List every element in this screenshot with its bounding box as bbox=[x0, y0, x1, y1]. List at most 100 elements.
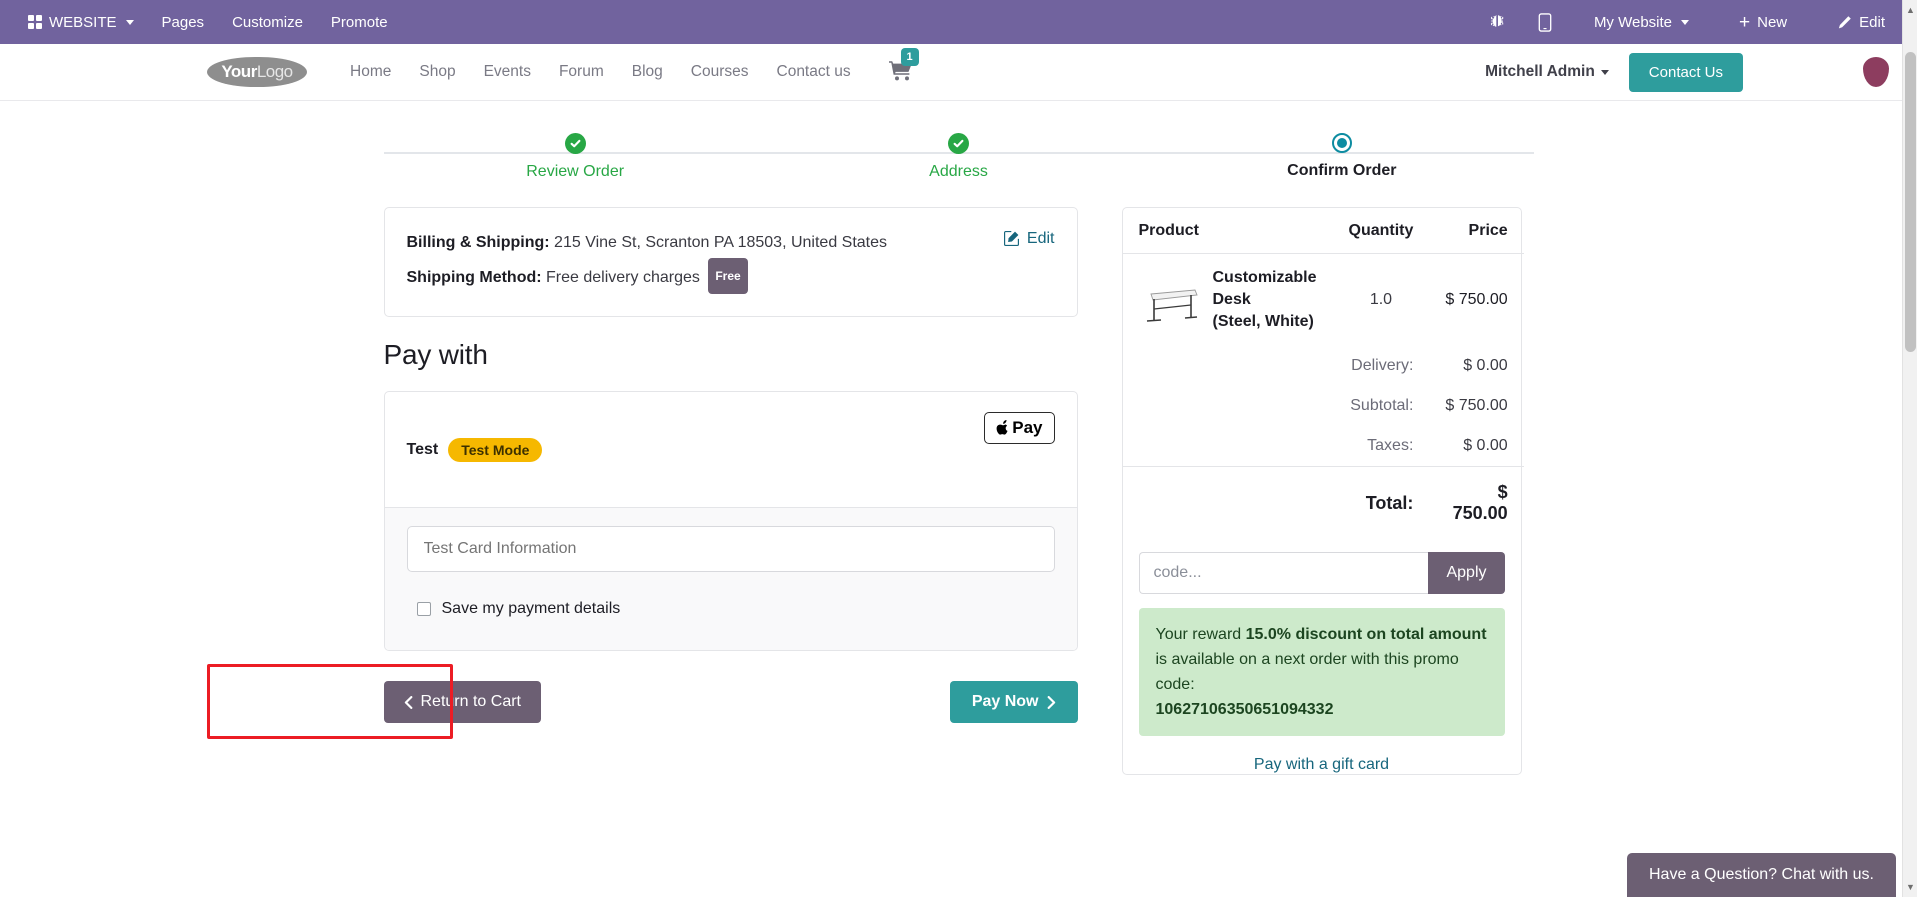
pencil-icon bbox=[1839, 15, 1851, 28]
billing-shipping-value: 215 Vine St, Scranton PA 18503, United S… bbox=[554, 234, 888, 251]
apps-menu-label: WEBSITE bbox=[49, 13, 117, 31]
pay-now-label: Pay Now bbox=[971, 693, 1039, 710]
edit-address-label: Edit bbox=[1026, 230, 1055, 247]
apple-logo-icon bbox=[996, 419, 1008, 435]
site-logo[interactable]: Your Logo bbox=[207, 57, 307, 87]
pay-now-button[interactable]: Pay Now bbox=[949, 681, 1078, 723]
product-thumbnail-desk-icon bbox=[1139, 276, 1201, 324]
promo-code-input[interactable] bbox=[1138, 552, 1429, 594]
order-summary-header: Product Quantity Price bbox=[1122, 208, 1524, 254]
plus-icon: + bbox=[1739, 11, 1751, 33]
step-review-order[interactable]: Review Order bbox=[384, 133, 767, 181]
order-total-row: Total: $ 750.00 bbox=[1122, 466, 1524, 539]
user-menu-label: Mitchell Admin bbox=[1485, 63, 1595, 80]
admin-menu-customize[interactable]: Customize bbox=[218, 8, 317, 37]
livechat-widget-label: Have a Question? Chat with us. bbox=[1648, 866, 1874, 883]
contact-us-button[interactable]: Contact Us bbox=[1628, 52, 1743, 92]
apple-pay-label: Pay bbox=[1012, 418, 1043, 437]
order-summary-body: Customizable Desk (Steel, White) 1.0 $ 7… bbox=[1122, 254, 1524, 539]
total-value: $ 750.00 bbox=[1429, 466, 1524, 539]
return-to-cart-label: Return to Cart bbox=[420, 693, 521, 710]
payment-method-name: Test bbox=[406, 440, 439, 458]
test-mode-badge: Test Mode bbox=[448, 437, 543, 462]
product-name-line2: (Steel, White) bbox=[1212, 313, 1314, 330]
nav-item-courses[interactable]: Courses bbox=[677, 55, 763, 89]
shipping-method-row: Shipping Method: Free delivery charges F… bbox=[407, 258, 1003, 294]
cart-count-badge: 1 bbox=[900, 47, 919, 66]
step-confirm-order[interactable]: Confirm Order bbox=[1150, 133, 1533, 181]
chevron-left-icon bbox=[404, 695, 412, 709]
nav-item-contact-us[interactable]: Contact us bbox=[763, 55, 865, 89]
cart-button[interactable]: 1 bbox=[881, 47, 921, 91]
test-card-information-input[interactable] bbox=[406, 526, 1055, 572]
chevron-down-icon bbox=[125, 19, 134, 25]
save-payment-details-row[interactable]: Save my payment details bbox=[405, 590, 649, 628]
address-lines: Billing & Shipping: 215 Vine St, Scranto… bbox=[407, 228, 1003, 294]
admin-bar-right: My Website + New Edit bbox=[1484, 7, 1899, 38]
shipping-method-label: Shipping Method: bbox=[406, 269, 542, 286]
billing-shipping-row: Billing & Shipping: 215 Vine St, Scranto… bbox=[407, 228, 1003, 258]
order-summary-table: Product Quantity Price Customizable Desk… bbox=[1122, 208, 1524, 539]
step-address-label: Address bbox=[929, 163, 988, 180]
page-scrollbar[interactable]: ▲ ▼ bbox=[1902, 0, 1917, 897]
scroll-up-arrow-icon[interactable]: ▲ bbox=[1903, 2, 1917, 18]
admin-menu-pages[interactable]: Pages bbox=[148, 8, 219, 37]
user-menu[interactable]: Mitchell Admin bbox=[1485, 63, 1609, 81]
scroll-down-arrow-icon[interactable]: ▼ bbox=[1903, 879, 1917, 895]
order-summary-column: Product Quantity Price Customizable Desk… bbox=[1121, 207, 1524, 775]
admin-bar-left: WEBSITE Pages Customize Promote bbox=[14, 8, 402, 37]
save-payment-details-label[interactable]: Save my payment details bbox=[442, 600, 621, 618]
mobile-preview-icon[interactable] bbox=[1532, 9, 1558, 35]
admin-menu-pages-label: Pages bbox=[161, 13, 205, 31]
main-navigation: Home Shop Events Forum Blog Courses Cont… bbox=[336, 55, 865, 89]
nav-item-forum[interactable]: Forum bbox=[545, 55, 618, 89]
website-selector[interactable]: My Website bbox=[1580, 8, 1703, 37]
col-header-product: Product bbox=[1122, 208, 1333, 254]
table-header-row: Product Quantity Price bbox=[1122, 208, 1524, 254]
table-row: Customizable Desk (Steel, White) 1.0 $ 7… bbox=[1123, 254, 1524, 347]
checkout-stepper: Review Order Address Confirm Order bbox=[383, 125, 1534, 181]
return-to-cart-button[interactable]: Return to Cart bbox=[383, 681, 541, 723]
nav-item-shop[interactable]: Shop bbox=[405, 55, 469, 89]
shipping-method-value: Free delivery charges bbox=[546, 269, 700, 286]
subtotal-value: $ 750.00 bbox=[1445, 397, 1508, 414]
nav-item-events[interactable]: Events bbox=[470, 55, 545, 89]
nav-item-home[interactable]: Home bbox=[336, 55, 405, 89]
admin-menu-promote[interactable]: Promote bbox=[317, 8, 402, 37]
odoo-admin-bar: WEBSITE Pages Customize Promote My Websi… bbox=[0, 0, 1917, 44]
checkout-action-buttons: Return to Cart Pay Now bbox=[383, 681, 1078, 723]
admin-menu-promote-label: Promote bbox=[330, 13, 388, 31]
delivery-value: $ 0.00 bbox=[1463, 357, 1508, 374]
product-name-line1: Customizable Desk bbox=[1212, 269, 1317, 308]
taxes-label: Taxes: bbox=[1367, 437, 1414, 454]
apple-pay-button[interactable]: Pay bbox=[984, 412, 1055, 444]
checkout-page: Review Order Address Confirm Order Billi… bbox=[0, 101, 1917, 897]
new-button-label: New bbox=[1757, 13, 1788, 31]
table-row: Delivery: $ 0.00 bbox=[1123, 346, 1524, 386]
table-row: Taxes: $ 0.00 bbox=[1123, 426, 1524, 467]
edit-address-link[interactable]: Edit bbox=[1003, 228, 1055, 294]
chevron-right-icon bbox=[1047, 695, 1055, 709]
subtotal-label: Subtotal: bbox=[1350, 397, 1414, 414]
checkout-left-column: Billing & Shipping: 215 Vine St, Scranto… bbox=[383, 207, 1078, 723]
save-payment-details-checkbox[interactable] bbox=[416, 602, 431, 616]
shipping-free-badge: Free bbox=[708, 258, 748, 294]
delivery-label: Delivery: bbox=[1351, 357, 1414, 374]
payment-method-test[interactable]: Test Test Mode Pay bbox=[384, 392, 1077, 508]
step-address[interactable]: Address bbox=[767, 133, 1150, 181]
logo-text-secondary: Logo bbox=[256, 62, 293, 81]
nav-item-blog[interactable]: Blog bbox=[618, 55, 677, 89]
new-button[interactable]: + New bbox=[1725, 7, 1801, 38]
pay-with-gift-card-link[interactable]: Pay with a gift card bbox=[1123, 752, 1521, 774]
payment-inline-form: Save my payment details bbox=[384, 508, 1077, 650]
theme-color-drop-icon bbox=[1863, 57, 1889, 87]
billing-shipping-label: Billing & Shipping: bbox=[406, 234, 550, 251]
livechat-widget-button[interactable]: Have a Question? Chat with us. bbox=[1626, 853, 1896, 897]
edit-button[interactable]: Edit bbox=[1823, 8, 1899, 37]
apply-promo-button[interactable]: Apply bbox=[1428, 552, 1505, 594]
scrollbar-thumb[interactable] bbox=[1905, 52, 1916, 352]
check-circle-icon bbox=[947, 133, 969, 154]
order-summary-card: Product Quantity Price Customizable Desk… bbox=[1121, 207, 1524, 775]
apps-menu-website[interactable]: WEBSITE bbox=[14, 8, 148, 37]
bug-icon[interactable] bbox=[1484, 9, 1510, 35]
